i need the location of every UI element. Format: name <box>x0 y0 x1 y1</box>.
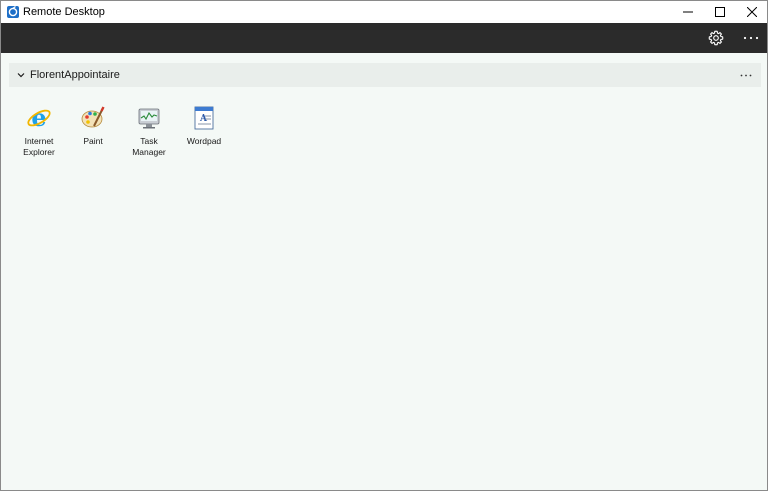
maximize-button[interactable] <box>704 1 736 23</box>
app-tile-internet-explorer[interactable]: e Internet Explorer <box>13 105 65 165</box>
app-label: Wordpad <box>186 136 222 146</box>
maximize-icon <box>715 7 725 17</box>
wordpad-icon: A <box>194 106 214 130</box>
minimize-icon <box>683 11 693 13</box>
app-label: Task Manager <box>132 136 166 157</box>
gear-icon <box>708 30 724 46</box>
task-manager-icon <box>138 108 160 129</box>
close-button[interactable] <box>736 1 768 23</box>
more-icon <box>743 36 759 40</box>
more-icon <box>740 74 752 76</box>
settings-button[interactable] <box>702 26 730 50</box>
app-toolbar <box>1 23 767 53</box>
remote-desktop-window: Remote Desktop FlorentAppointaire e Inte… <box>0 0 768 491</box>
more-options-button[interactable] <box>737 26 765 50</box>
close-icon <box>747 7 757 17</box>
app-tile-paint[interactable]: Paint <box>67 105 119 165</box>
minimize-button[interactable] <box>672 1 704 23</box>
workspace-group-header[interactable]: FlorentAppointaire <box>9 63 761 87</box>
app-label: Paint <box>83 136 103 146</box>
app-tile-wordpad[interactable]: A Wordpad <box>178 105 230 165</box>
internet-explorer-icon: e <box>27 105 51 131</box>
remote-desktop-icon <box>7 6 19 18</box>
svg-text:e: e <box>31 105 46 131</box>
window-title: Remote Desktop <box>23 6 105 18</box>
chevron-down-icon[interactable] <box>17 71 25 79</box>
app-label: Internet Explorer <box>23 136 55 157</box>
paint-icon <box>81 106 105 128</box>
app-tile-task-manager[interactable]: Task Manager <box>123 105 175 165</box>
workspace-name: FlorentAppointaire <box>30 69 120 81</box>
title-bar[interactable]: Remote Desktop <box>1 1 767 23</box>
workspace-more-button[interactable] <box>737 66 755 84</box>
